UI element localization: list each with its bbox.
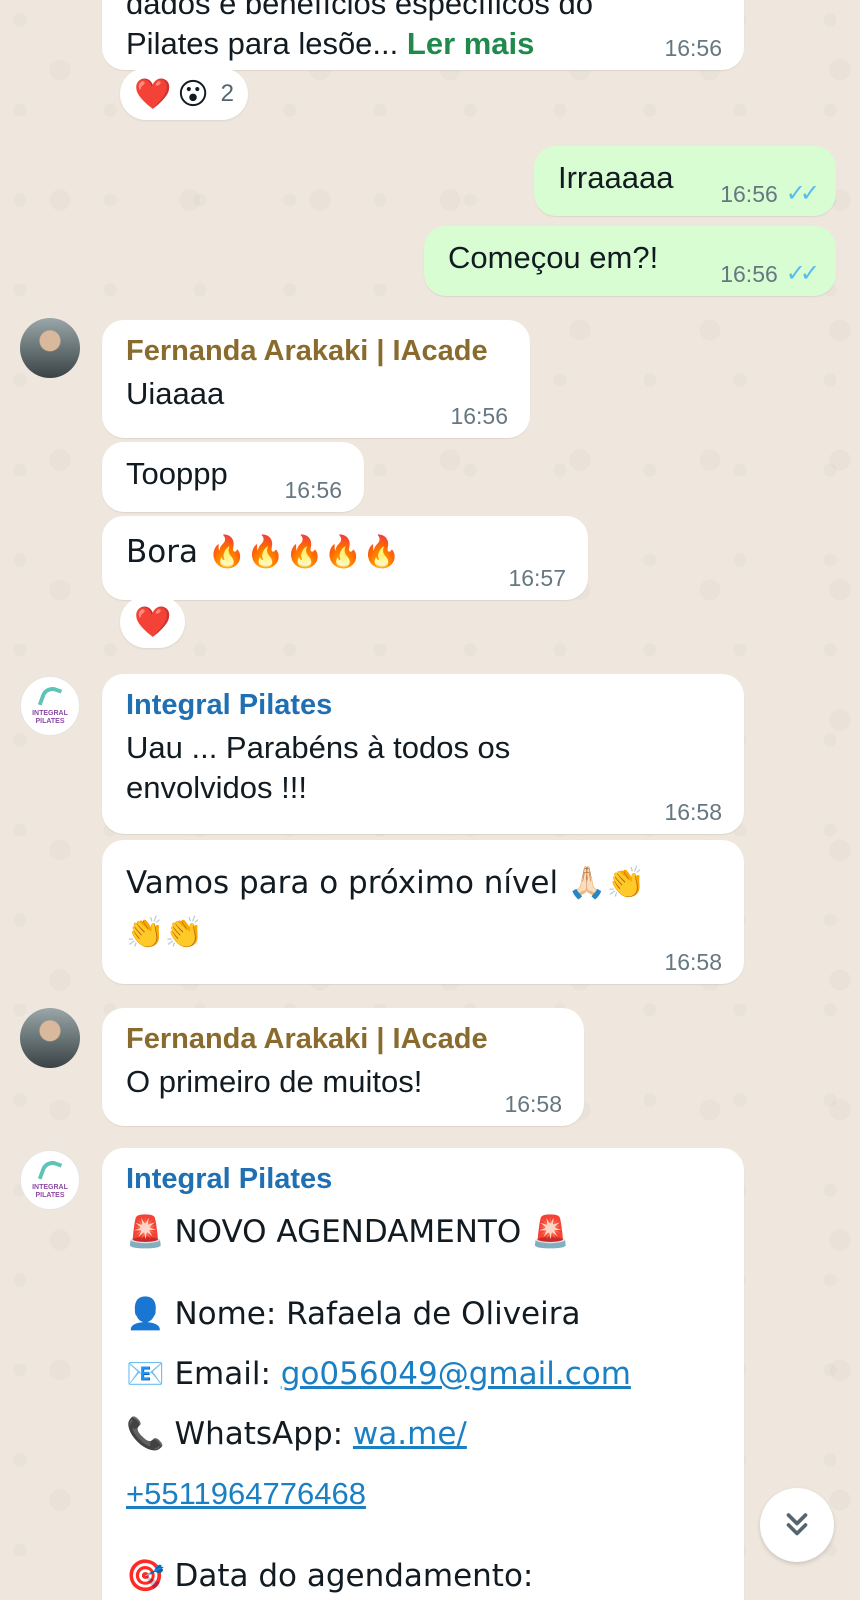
message-time: 16:56 bbox=[284, 477, 342, 503]
message-bubble[interactable]: Fernanda Arakaki | IAcade Uiaaaa 16:56 bbox=[102, 320, 530, 438]
message-time: 16:57 bbox=[508, 565, 566, 591]
message-text: Uiaaaa bbox=[126, 376, 225, 411]
message-text: envolvidos !!! bbox=[126, 770, 307, 805]
message-text: O primeiro de muitos! bbox=[126, 1064, 423, 1099]
whatsapp-link[interactable]: +5511964776468 bbox=[126, 1476, 366, 1511]
message-time: 16:56 bbox=[664, 35, 722, 61]
scroll-to-bottom-button[interactable] bbox=[760, 1488, 834, 1562]
message-text: 📞 WhatsApp: wa.me/ bbox=[126, 1404, 722, 1464]
logo-text: INTEGRAL bbox=[32, 710, 68, 717]
message-text: Tooppp bbox=[126, 456, 228, 491]
message-text: 📧 Email: go056049@gmail.com bbox=[126, 1344, 722, 1404]
message-time: 16:56 bbox=[450, 403, 508, 429]
logo-text: PILATES bbox=[35, 718, 65, 725]
integral-pilates-logo-icon bbox=[37, 1157, 63, 1185]
reactions-bar[interactable]: ❤️ 😮 2 bbox=[120, 68, 248, 120]
message-bubble[interactable]: Fernanda Arakaki | IAcade O primeiro de … bbox=[102, 1008, 584, 1126]
reactions-bar[interactable]: ❤️ bbox=[120, 596, 186, 648]
avatar-fernanda[interactable] bbox=[20, 318, 80, 378]
message-text: 🎯 Data do agendamento: bbox=[126, 1558, 534, 1594]
email-label: 📧 Email: bbox=[126, 1356, 281, 1392]
message-text: 👤 Nome: Rafaela de Oliveira bbox=[126, 1296, 581, 1332]
integral-pilates-logo-icon bbox=[37, 683, 63, 711]
avatar-integral-pilates[interactable]: INTEGRAL PILATES bbox=[20, 676, 80, 736]
whatsapp-link[interactable]: wa.me/ bbox=[353, 1416, 467, 1452]
message-bubble[interactable]: Vamos para o próximo nível 🙏🏻👏 👏👏 16:58 bbox=[102, 840, 744, 984]
message-text: Uau ... Parabéns à todos os bbox=[126, 730, 511, 765]
message-text: Começou em?! bbox=[448, 240, 659, 275]
message-bubble[interactable]: Integral Pilates Uau ... Parabéns à todo… bbox=[102, 674, 744, 834]
message-time: 16:58 bbox=[664, 949, 722, 975]
sender-name[interactable]: Integral Pilates bbox=[126, 1160, 722, 1198]
message-text: +5511964776468 bbox=[126, 1464, 722, 1524]
avatar-fernanda[interactable] bbox=[20, 1008, 80, 1068]
message-meta: 16:56 ✓✓ bbox=[720, 260, 820, 288]
message-time: 16:58 bbox=[504, 1091, 562, 1117]
message-text: 👏👏 bbox=[126, 915, 204, 951]
message-bubble-outgoing[interactable]: Começou em?! 16:56 ✓✓ bbox=[424, 226, 836, 296]
message-bubble[interactable]: Integral Pilates 🚨 NOVO AGENDAMENTO 🚨 👤 … bbox=[102, 1148, 744, 1600]
surprised-reaction-icon: 😮 bbox=[177, 76, 209, 112]
message-text-line: Pilates para lesõe... bbox=[126, 26, 399, 61]
sender-name[interactable]: Fernanda Arakaki | IAcade bbox=[126, 1020, 562, 1058]
read-more-link[interactable]: Ler mais bbox=[407, 26, 535, 61]
avatar-integral-pilates[interactable]: INTEGRAL PILATES bbox=[20, 1150, 80, 1210]
whatsapp-label: 📞 WhatsApp: bbox=[126, 1416, 353, 1452]
message-text: 🚨 NOVO AGENDAMENTO 🚨 bbox=[126, 1214, 570, 1250]
message-bubble-outgoing[interactable]: Irraaaaa 16:56 ✓✓ bbox=[534, 146, 836, 216]
message-time: 16:58 bbox=[664, 799, 722, 825]
sender-name[interactable]: Fernanda Arakaki | IAcade bbox=[126, 332, 508, 370]
heart-reaction-icon: ❤️ bbox=[134, 604, 172, 640]
sender-name[interactable]: Integral Pilates bbox=[126, 686, 722, 724]
message-text: dados e benefícios específicos do bbox=[126, 0, 594, 21]
double-check-icon: ✓✓ bbox=[785, 180, 820, 207]
message-meta: 16:56 ✓✓ bbox=[720, 180, 820, 208]
message-text: Bora 🔥🔥🔥🔥🔥 bbox=[126, 534, 401, 570]
chat-area[interactable]: dados e benefícios específicos do Pilate… bbox=[0, 0, 860, 1600]
heart-reaction-icon: ❤️ bbox=[134, 76, 172, 112]
message-bubble[interactable]: Bora 🔥🔥🔥🔥🔥 16:57 bbox=[102, 516, 588, 600]
double-check-icon: ✓✓ bbox=[785, 260, 820, 287]
logo-text: INTEGRAL bbox=[32, 1184, 68, 1191]
message-time: 16:56 bbox=[720, 181, 778, 207]
message-text: Vamos para o próximo nível 🙏🏻👏 bbox=[126, 865, 646, 901]
logo-text: PILATES bbox=[35, 1192, 65, 1199]
double-chevron-down-icon bbox=[786, 1513, 808, 1536]
message-bubble[interactable]: Tooppp 16:56 bbox=[102, 442, 364, 512]
reaction-count: 2 bbox=[220, 80, 234, 107]
email-link[interactable]: go056049@gmail.com bbox=[281, 1356, 631, 1392]
message-text: Irraaaaa bbox=[558, 160, 674, 195]
message-time: 16:56 bbox=[720, 261, 778, 287]
message-bubble[interactable]: dados e benefícios específicos do Pilate… bbox=[102, 0, 744, 70]
message-text: Pilates para lesõe... Ler mais bbox=[126, 24, 722, 64]
